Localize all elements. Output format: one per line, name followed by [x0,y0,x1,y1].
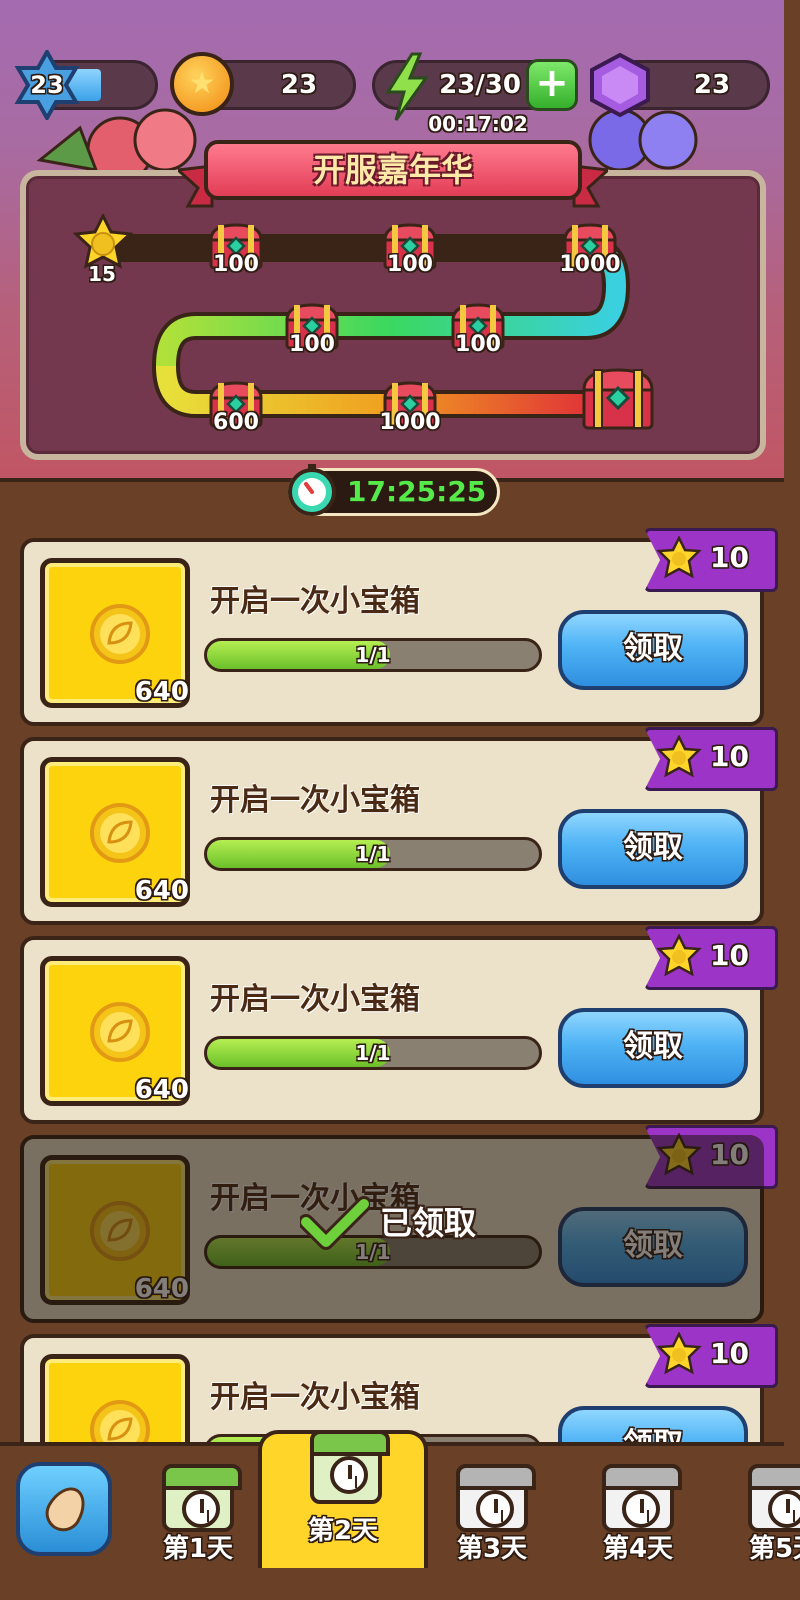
tab-day-3[interactable]: 第3天 [422,1452,562,1568]
stopwatch-icon [288,464,336,516]
leaf-coin-icon [90,1400,150,1444]
task-card: 640开启一次小宝箱1/1领取10 [20,1324,778,1444]
milestone-label: 600 [213,410,259,435]
reward-quantity: 640 [134,876,189,906]
add-energy-button[interactable]: + [526,59,578,111]
task-progress-text: 1/1 [355,1041,391,1065]
grand-prize-chest-icon[interactable] [580,366,656,432]
task-progress-text: 1/1 [355,842,391,866]
task-progress-bar: 1/1 [204,638,542,672]
leaf-coin-icon [90,604,150,664]
start-points-label: 15 [88,262,116,286]
task-progress-bar: 1/1 [204,837,542,871]
task-progress-text: 1/1 [355,643,391,667]
points-ribbon: 10 [630,528,778,592]
claim-button[interactable]: 领取 [558,809,748,889]
task-title: 开启一次小宝箱 [210,584,420,619]
task-card: 640 开启一次小宝箱 1/1 领取 10 [20,727,778,925]
reward-quantity: 640 [134,1075,189,1105]
task-title: 开启一次小宝箱 [210,783,420,818]
star-point-icon [656,1133,702,1176]
calendar-clock-icon [456,1464,536,1532]
milestone-label: 100 [213,252,259,277]
leaf-coin-icon [90,1002,150,1062]
calendar-clock-icon [162,1464,242,1532]
event-countdown-text: 17:25:25 [347,475,487,508]
reward-quantity: 640 [134,677,189,707]
points-value: 10 [710,1138,749,1171]
milestone-label: 100 [387,252,433,277]
task-title: 开启一次小宝箱 [210,1380,420,1415]
star-point-icon [656,934,702,977]
reward-icon-box: 640 [40,956,190,1106]
points-value: 10 [710,939,749,972]
points-ribbon: 10 [630,1324,778,1388]
claim-button[interactable]: 领取 [558,1406,748,1444]
milestone-label: 100 [455,332,501,357]
star-point-icon [656,735,702,778]
star-point-icon [656,536,702,579]
day-label: 第3天 [456,1534,528,1564]
milestone-label: 1000 [559,252,621,277]
claim-button[interactable]: 领取 [558,1207,748,1287]
task-progress-bar: 1/1 [204,1036,542,1070]
coin-count: 23 [280,70,318,100]
points-value: 10 [710,541,749,574]
level-badge[interactable]: 23 [14,47,80,123]
calendar-clock-icon [310,1430,390,1504]
task-title: 开启一次小宝箱 [210,982,420,1017]
event-title-banner: 开服嘉年华 [178,140,608,212]
claim-button[interactable]: 领取 [558,1008,748,1088]
points-ribbon: 10 [630,926,778,990]
checkmark-icon [300,1196,370,1250]
day-label: 第4天 [602,1534,674,1564]
tab-day-1[interactable]: 第1天 [128,1452,268,1568]
gem-count: 23 [693,70,731,100]
reward-quantity: 640 [134,1274,189,1304]
milestone-label: 1000 [379,410,441,435]
reward-icon-box: 640 [40,757,190,907]
calendar-clock-icon [602,1464,682,1532]
points-ribbon: 10 [630,1125,778,1189]
calendar-clock-icon [748,1464,800,1532]
leaf-coin-icon [90,1201,150,1261]
tab-day-4[interactable]: 第4天 [568,1452,708,1568]
reward-icon-box: 640 [40,1155,190,1305]
egg-icon [38,1480,94,1538]
star-coin-icon: ★ [170,52,234,116]
task-card: 640 开启一次小宝箱 1/1 领取 10 [20,926,778,1124]
tab-day-5[interactable]: 第5天 [714,1452,800,1568]
tab-day-2[interactable]: 第2天 [258,1430,428,1568]
points-ribbon: 10 [630,727,778,791]
claimed-label: 已领取 [380,1204,477,1242]
day-label: 第1天 [162,1534,234,1564]
home-button[interactable] [16,1462,112,1556]
reward-icon-box: 640 [40,558,190,708]
reward-icon-box: 640 [40,1354,190,1444]
day-label: 第5天 [748,1534,800,1564]
energy-refill-timer: 00:17:02 [428,112,528,136]
level-number: 23 [30,71,64,99]
claim-button[interactable]: 领取 [558,610,748,690]
task-card: 640 开启一次小宝箱 1/1 领取 10 [20,528,778,726]
star-point-icon [656,1332,702,1375]
leaf-coin-icon [90,803,150,863]
claimed-indicator: 已领取 [300,1196,500,1250]
task-list[interactable]: 640 开启一次小宝箱 1/1 领取 10 640 开启一次小宝箱 1/1 领取 10 640 开启一… [0,520,784,1444]
points-value: 10 [710,740,749,773]
points-value: 10 [710,1337,749,1370]
purple-gem-icon [590,52,650,118]
event-title: 开服嘉年华 [312,151,473,189]
day-label: 第2天 [307,1516,379,1546]
milestone-label: 100 [289,332,335,357]
